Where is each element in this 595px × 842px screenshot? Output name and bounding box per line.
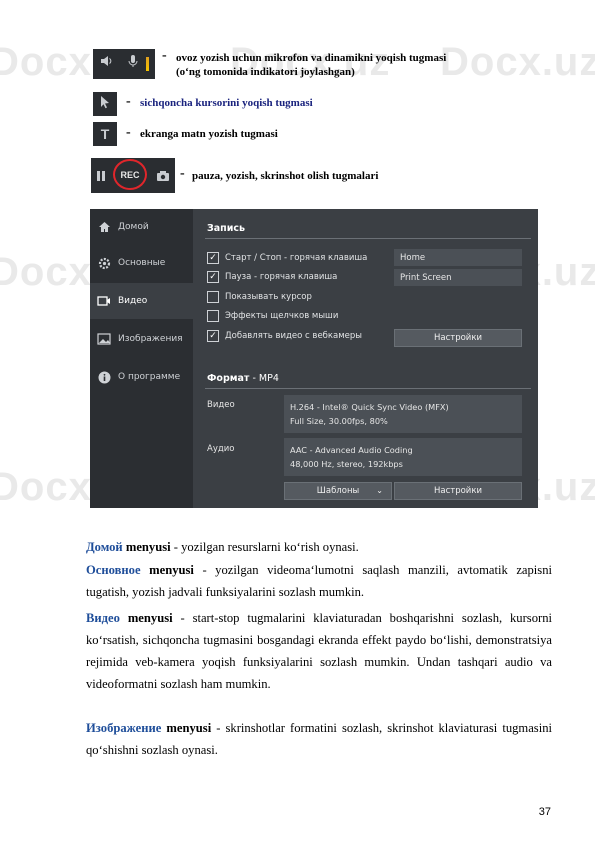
image-icon [96,331,112,347]
checkbox-start-stop[interactable]: ✓ Старт / Стоп - горячая клавиша [207,252,367,264]
audio-codec-line: AAC - Advanced Audio Coding [290,445,413,455]
checkbox-box[interactable] [207,291,219,303]
sidebar-item-general[interactable]: Основные [90,245,193,281]
text-icon: T [100,126,110,142]
microphone-icon[interactable] [127,54,139,73]
term-home: Домой [86,540,123,554]
chevron-down-icon: ⌄ [376,486,383,495]
rec-button[interactable]: REC [113,159,147,190]
rec-label: REC [120,169,140,180]
checkbox-label: Добавлять видео с вебкамеры [225,331,363,341]
divider [205,388,531,389]
sidebar-item-video[interactable]: Видео [90,283,193,319]
home-icon [96,219,112,235]
checkbox-label: Старт / Стоп - горячая клавиша [225,253,368,263]
video-codec-line: H.264 - Intel® Quick Sync Video (MFX) [290,402,449,412]
video-codec-params: Full Size, 30.00fps, 80% [290,416,388,426]
hotkey-start-field[interactable]: Home [394,249,522,266]
level-indicator-icon [146,57,149,71]
video-codec-box[interactable]: H.264 - Intel® Quick Sync Video (MFX) Fu… [284,395,522,433]
templates-select[interactable]: Шаблоны ⌄ [284,482,392,500]
format-settings-button[interactable]: Настройки [394,482,522,500]
watermark: Docx.uz [440,40,595,84]
format-title: Формат [207,373,250,384]
checkbox-webcam[interactable]: ✓ Добавлять видео с вебкамеры [207,330,362,342]
checkbox-box[interactable]: ✓ [207,252,219,264]
gear-icon [96,255,112,271]
sidebar-item-home[interactable]: Домой [90,209,193,245]
templates-select-label: Шаблоны [316,486,360,496]
term-images: Изображение [86,721,162,735]
checkbox-label: Эффекты щелчков мыши [225,311,339,321]
record-controls-strip: REC [91,158,175,193]
checkbox-show-cursor[interactable]: Показывать курсор [207,291,312,303]
term-menu: menyusi [149,563,194,577]
camera-icon[interactable] [156,169,170,187]
settings-main: Запись ✓ Старт / Стоп - горячая клавиша … [193,209,538,508]
legend-rec-dash: - [180,166,185,181]
page-number: 37 [538,806,551,818]
legend-cursor-text: sichqoncha kursorini yoqish tugmasi [140,97,313,109]
pause-icon[interactable] [96,169,106,187]
legend-text-dash: - [126,125,131,140]
cursor-button[interactable] [93,92,117,116]
legend-rec-text: pauza, yozish, skrinshot olish tugmalari [192,170,379,182]
checkbox-click-effects[interactable]: Эффекты щелчков мыши [207,310,338,322]
audio-label: Аудио [207,444,235,454]
legend-mic-line2: (o‘ng tomonida indikatori joylashgan) [176,66,355,78]
legend-mic-dash: - [162,48,167,63]
term-menu: menyusi [127,611,173,625]
audio-codec-box[interactable]: AAC - Advanced Audio Coding 48,000 Hz, s… [284,438,522,476]
sidebar-item-images[interactable]: Изображения [90,321,193,357]
info-icon [96,369,112,385]
term-menu: menyusi [125,540,171,554]
legend-text-text: ekranga matn yozish tugmasi [140,128,278,140]
sidebar-item-label: Основные [118,258,166,268]
record-section-title: Запись [207,223,246,234]
checkbox-box[interactable] [207,310,219,322]
hotkey-pause-field[interactable]: Print Screen [394,269,522,286]
settings-sidebar: Домой Основные Видео Изображения О прогр… [90,209,193,508]
audio-codec-params: 48,000 Hz, stereo, 192kbps [290,459,403,469]
term-video: Видео [86,611,120,625]
paragraph-text: - yozilgan resurslarni ko‘rish oynasi. [170,540,359,554]
audio-controls-strip [93,49,155,79]
checkbox-label: Пауза - горячая клавиша [225,272,338,282]
sidebar-item-label: Видео [118,296,148,306]
legend-mic-text: ovoz yozish uchun mikrofon va dinamikni … [176,52,447,64]
video-icon [96,293,112,309]
checkbox-label: Показывать курсор [225,292,312,302]
sidebar-item-label: Домой [118,222,149,232]
term-menu: menyusi [166,721,212,735]
webcam-settings-button[interactable]: Настройки [394,329,522,347]
cursor-icon [99,95,111,114]
checkbox-box[interactable]: ✓ [207,330,219,342]
format-section-title: Формат - MP4 [207,373,279,384]
checkbox-box[interactable]: ✓ [207,271,219,283]
video-label: Видео [207,400,235,410]
divider [205,238,531,239]
speaker-icon[interactable] [99,54,113,73]
sidebar-item-label: О программе [118,372,181,382]
text-tool-button[interactable]: T [93,122,117,146]
paragraph-general: Основное menyusi - yozilgan videoma‘lumo… [86,559,552,603]
paragraph-video: Видео menyusi - start-stop tugmalarini k… [86,607,552,695]
legend-mic-line1: ovoz yozish uchun mikrofon va dinamikni … [176,52,446,64]
term-general: Основное [86,563,141,577]
legend-cursor-dash: - [126,94,131,109]
paragraph-images: Изображение menyusi - skrinshotlar forma… [86,717,552,761]
checkbox-pause[interactable]: ✓ Пауза - горячая клавиша [207,271,337,283]
settings-window: Домой Основные Видео Изображения О прогр… [90,209,538,508]
paragraph-home: Домой menyusi - yozilgan resurslarni ko‘… [86,536,552,558]
format-value: MP4 [258,373,279,384]
sidebar-item-label: Изображения [118,334,183,344]
sidebar-item-about[interactable]: О программе [90,359,193,395]
